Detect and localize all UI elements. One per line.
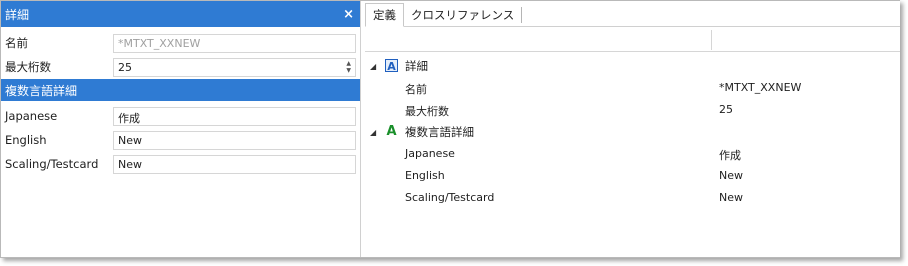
group-multilanguage[interactable]: ◢ A 複数言語詳細: [365, 121, 900, 143]
japanese-label: Japanese: [5, 109, 58, 123]
spin-arrows-icon[interactable]: ▲ ▼: [346, 60, 351, 74]
property-grid-header: [365, 28, 900, 52]
tab-strip: 定義 クロスリファレンス: [365, 1, 900, 27]
definition-panel: 定義 クロスリファレンス ◢ A 詳細 名前 *MTXT_XXNEW 最大桁数 …: [365, 1, 900, 257]
scaling-testcard-label: Scaling/Testcard: [5, 157, 99, 171]
prop-row[interactable]: English New: [365, 165, 900, 187]
language-fields: Japanese 作成 English New Scaling/Testcard…: [1, 104, 360, 176]
tab-cross-reference[interactable]: クロスリファレンス: [404, 4, 521, 26]
name-label: 名前: [5, 36, 28, 50]
window-frame: 詳細 × 名前 *MTXT_XXNEW 最大桁数 25 ▲ ▼ 複数言語詳細 Ja…: [0, 0, 900, 258]
prop-value: New: [719, 191, 743, 204]
max-digits-value: 25: [118, 60, 132, 74]
prop-name: Scaling/Testcard: [405, 191, 495, 204]
name-field[interactable]: *MTXT_XXNEW: [113, 33, 356, 53]
details-panel-header: 詳細 ×: [1, 1, 360, 27]
prop-value: New: [719, 169, 743, 182]
prop-row[interactable]: Scaling/Testcard New: [365, 187, 900, 209]
japanese-row: Japanese 作成: [1, 104, 360, 128]
prop-value: *MTXT_XXNEW: [719, 81, 802, 94]
details-panel: 詳細 × 名前 *MTXT_XXNEW 最大桁数 25 ▲ ▼ 複数言語詳細 Ja…: [1, 1, 361, 257]
japanese-field[interactable]: 作成: [113, 106, 356, 126]
max-digits-label: 最大桁数: [5, 60, 51, 74]
group-multilanguage-label: 複数言語詳細: [405, 125, 474, 139]
prop-value: 25: [719, 103, 733, 116]
english-field[interactable]: New: [113, 130, 356, 150]
collapse-arrow-icon[interactable]: ◢: [370, 62, 376, 71]
prop-name: Japanese: [405, 147, 455, 160]
english-label: English: [5, 133, 47, 147]
collapse-arrow-icon[interactable]: ◢: [370, 128, 376, 137]
max-digits-stepper[interactable]: 25 ▲ ▼: [113, 57, 356, 77]
scaling-testcard-row: Scaling/Testcard New: [1, 152, 360, 176]
property-tree: ◢ A 詳細 名前 *MTXT_XXNEW 最大桁数 25 ◢ A 複数言語詳細…: [365, 52, 900, 209]
tab-divider: [521, 7, 523, 23]
group-details-label: 詳細: [405, 59, 428, 73]
english-row: English New: [1, 128, 360, 152]
prop-value: 作成: [719, 149, 741, 162]
max-digits-row: 最大桁数 25 ▲ ▼: [1, 55, 360, 79]
basic-fields: 名前 *MTXT_XXNEW 最大桁数 25 ▲ ▼: [1, 31, 360, 79]
prop-row[interactable]: 名前 *MTXT_XXNEW: [365, 77, 900, 99]
green-a-icon: A: [386, 124, 397, 139]
prop-name: 最大桁数: [405, 105, 449, 118]
prop-row[interactable]: 最大桁数 25: [365, 99, 900, 121]
multilanguage-section-header: 複数言語詳細: [1, 79, 360, 101]
close-icon[interactable]: ×: [343, 7, 354, 22]
details-panel-title: 詳細: [5, 7, 30, 22]
column-divider[interactable]: [711, 30, 712, 50]
tab-definition[interactable]: 定義: [365, 3, 404, 27]
prop-name: English: [405, 169, 445, 182]
name-row: 名前 *MTXT_XXNEW: [1, 31, 360, 55]
multilanguage-section-title: 複数言語詳細: [5, 83, 78, 98]
group-details[interactable]: ◢ A 詳細: [365, 55, 900, 77]
blue-a-icon: A: [385, 59, 398, 73]
scaling-testcard-field[interactable]: New: [113, 154, 356, 174]
prop-name: 名前: [405, 83, 427, 96]
prop-row[interactable]: Japanese 作成: [365, 143, 900, 165]
